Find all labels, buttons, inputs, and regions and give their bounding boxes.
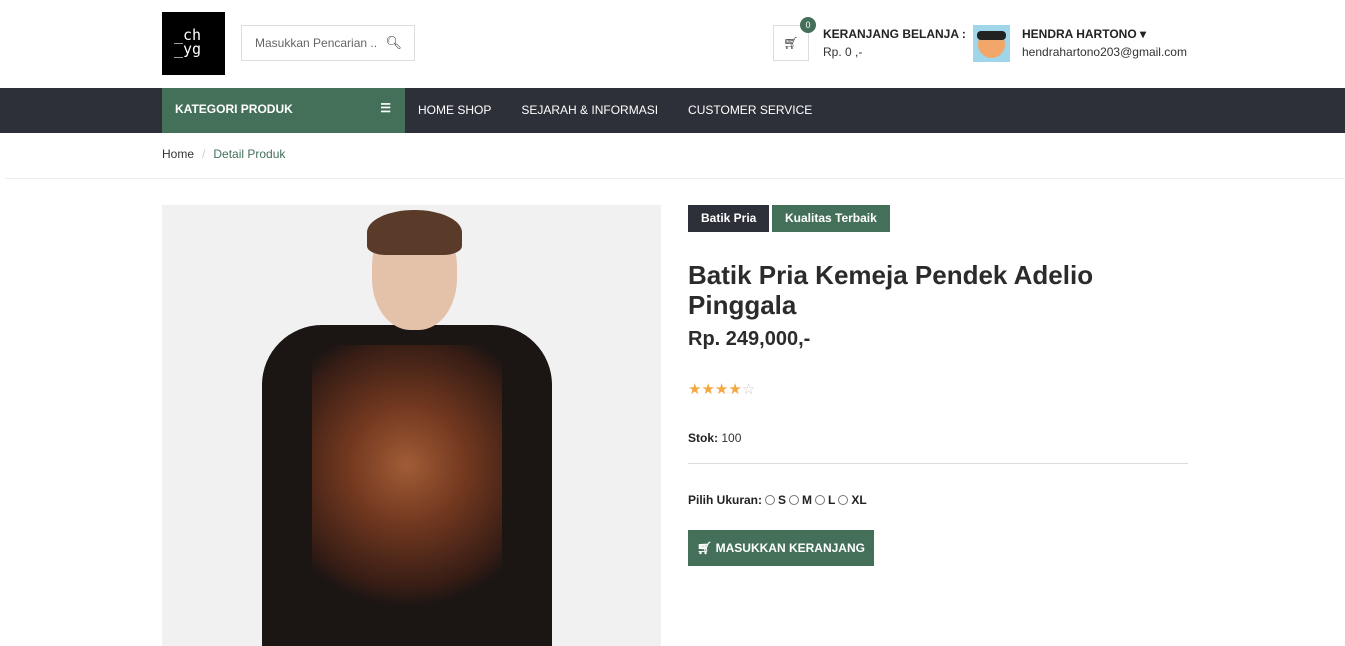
size-radio-xl[interactable] [838,495,849,505]
nav-menu: HOME SHOP SEJARAH & INFORMASI CUSTOMER S… [418,88,812,133]
breadcrumb: Home / Detail Produk [162,147,285,161]
rating-stars: ★★★★☆ [688,380,755,398]
user-menu[interactable]: HENDRA HARTONO ▾ hendrahartono203@gmail.c… [1022,25,1187,61]
star-filled-icon: ★ [701,381,715,398]
product-title: Batik Pria Kemeja Pendek Adelio Pinggala [688,260,1094,320]
search-input[interactable]: Masukkan Pencarian .. 🔍︎ [241,25,415,61]
nav-sejarah-informasi[interactable]: SEJARAH & INFORMASI [521,88,658,133]
divider [688,463,1188,464]
cart-total: Rp. 0 ,- [823,45,863,59]
search-icon[interactable]: 🔍︎ [385,35,402,51]
breadcrumb-current: Detail Produk [213,147,286,161]
tag-batik-pria[interactable]: Batik Pria [688,205,770,232]
stock-value: 100 [721,431,742,445]
caret-down-icon: ▾ [1140,27,1147,41]
user-name: HENDRA HARTONO [1022,27,1137,41]
size-label: Pilih Ukuran: [688,493,763,507]
tag-kualitas-terbaik[interactable]: Kualitas Terbaik [772,205,890,232]
logo-mark: _ch _yg [174,26,202,58]
star-empty-icon: ☆ [741,381,756,398]
category-label: KATEGORI PRODUK [175,102,293,116]
cart-summary: KERANJANG BELANJA : Rp. 0 ,- [823,25,966,61]
nav-customer-service[interactable]: CUSTOMER SERVICE [688,88,812,133]
size-selector: Pilih Ukuran: S M L XL [688,493,867,507]
search-placeholder: Masukkan Pencarian .. [255,36,378,50]
avatar[interactable] [973,25,1010,62]
list-icon: ☰ [380,101,391,115]
cart-icon: 🛒︎ [697,541,713,555]
nav-home-shop[interactable]: HOME SHOP [418,88,491,133]
product-price: Rp. 249,000,- [688,328,811,350]
site-logo[interactable]: _ch _yg [162,12,225,75]
cart-count-badge: 0 [800,17,816,33]
size-radio-l[interactable] [815,495,826,505]
add-to-cart-button[interactable]: 🛒︎ MASUKKAN KERANJANG [688,530,874,566]
divider [5,178,1345,179]
size-radio-s[interactable] [765,495,776,505]
stock-info: Stok: 100 [688,431,741,445]
product-image[interactable] [162,205,661,646]
size-option-label: XL [851,493,867,507]
size-option-label: L [828,493,836,507]
category-menu-button[interactable]: KATEGORI PRODUK ☰ [162,88,405,133]
size-radio-m[interactable] [789,495,800,505]
size-option-label: M [802,493,813,507]
stock-label: Stok: [688,431,718,445]
breadcrumb-separator: / [202,147,206,161]
user-email: hendrahartono203@gmail.com [1022,45,1187,59]
cart-label: KERANJANG BELANJA : [823,27,966,41]
breadcrumb-home[interactable]: Home [162,147,194,161]
star-filled-icon: ★ [728,381,742,398]
cart-icon: 🛒︎ [783,36,799,50]
size-option-label: S [778,493,787,507]
star-filled-icon: ★ [688,381,702,398]
star-filled-icon: ★ [714,381,729,398]
add-to-cart-label: MASUKKAN KERANJANG [715,541,865,555]
